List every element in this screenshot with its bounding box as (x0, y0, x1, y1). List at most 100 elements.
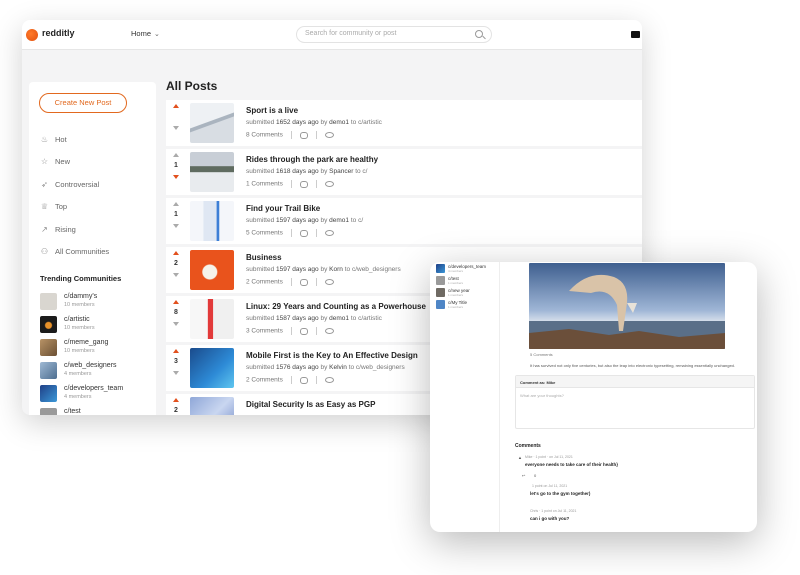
post-thumbnail[interactable] (190, 397, 234, 415)
home-dropdown[interactable]: Home ⌄ (131, 29, 160, 38)
detail-sidebar: c/developers_team 4 members c/test 1 membe… (430, 262, 500, 532)
post-community[interactable]: c/ (362, 168, 367, 175)
community-item[interactable]: c/web_designers 4 members (40, 361, 150, 380)
community-item[interactable]: c/test (40, 407, 150, 415)
mail-icon[interactable] (631, 31, 640, 38)
post-thumbnail[interactable] (190, 201, 234, 241)
post-author[interactable]: Korn (329, 266, 343, 273)
post-card[interactable]: 1 Find your Trail Bike submitted 1597 da… (166, 198, 642, 244)
share-icon[interactable] (299, 327, 308, 335)
share-icon[interactable] (299, 229, 308, 237)
community-avatar (436, 288, 445, 297)
community-item[interactable]: c/developers_team 4 members (436, 264, 496, 275)
post-actions: 2 Comments (246, 376, 334, 384)
downvote-arrow-icon[interactable] (173, 126, 179, 130)
post-card[interactable]: 1 Rides through the park are healthy sub… (166, 149, 642, 195)
community-item[interactable]: c/meme_gang 10 members (40, 338, 150, 357)
post-community[interactable]: c/web_designers (352, 266, 401, 273)
upvote-arrow-icon[interactable] (173, 104, 179, 108)
upvote-arrow-icon[interactable] (173, 398, 179, 402)
comments-link[interactable]: 1 Comments (246, 181, 283, 188)
post-community[interactable]: c/artistic (358, 315, 382, 322)
post-title[interactable]: Business (246, 253, 282, 262)
community-item[interactable]: c/dammy's 10 members (40, 292, 150, 311)
downvote-arrow-icon[interactable] (173, 224, 179, 228)
post-thumbnail[interactable] (190, 250, 234, 290)
comment-vote-icon[interactable]: ▲ (518, 455, 522, 460)
community-item[interactable]: c/test 1 members (436, 276, 496, 287)
post-title[interactable]: Rides through the park are healthy (246, 155, 378, 164)
share-icon[interactable] (299, 376, 308, 384)
post-title[interactable]: Find your Trail Bike (246, 204, 320, 213)
post-card[interactable]: Sport is a live submitted 1652 days ago … (166, 100, 642, 146)
hide-icon[interactable] (324, 328, 334, 334)
search-input[interactable]: Search for community or post (296, 26, 492, 43)
hide-icon[interactable] (324, 230, 334, 236)
comments-link[interactable]: 8 Comments (246, 132, 283, 139)
post-author[interactable]: Spancer (329, 168, 353, 175)
upvote-arrow-icon[interactable] (173, 202, 179, 206)
comment-as-label: Comment as: Mike (516, 376, 754, 388)
downvote-arrow-icon[interactable] (173, 322, 179, 326)
comment-text: everyone needs to take care of their hea… (525, 462, 619, 467)
share-icon[interactable] (299, 278, 308, 286)
comments-link[interactable]: 5 Comments (246, 230, 283, 237)
share-icon[interactable] (299, 180, 308, 188)
upvote-arrow-icon[interactable] (173, 349, 179, 353)
search-icon[interactable] (475, 30, 483, 38)
vote-count: 1 (174, 211, 178, 218)
community-item[interactable]: c/artistic 10 members (40, 315, 150, 334)
nav-item-new[interactable]: ☆ New (40, 157, 70, 169)
divider (290, 131, 292, 139)
nav-item-top[interactable]: ♕ Top (40, 202, 67, 214)
comments-link[interactable]: 2 Comments (246, 377, 283, 384)
downvote-arrow-icon[interactable] (173, 371, 179, 375)
upvote-arrow-icon[interactable] (173, 251, 179, 255)
community-item[interactable]: c/My Title 1 members (436, 300, 496, 311)
post-community[interactable]: c/web_designers (356, 364, 405, 371)
downvote-arrow-icon[interactable] (173, 175, 179, 179)
downvote-arrow-icon[interactable] (173, 273, 179, 277)
hide-icon[interactable] (324, 279, 334, 285)
comments-link[interactable]: 5 Comments (530, 352, 553, 357)
post-title[interactable]: Mobile First is the Key to An Effective … (246, 351, 418, 360)
post-title[interactable]: Digital Security Is as Easy as PGP (246, 400, 375, 409)
upvote-arrow-icon[interactable] (173, 300, 179, 304)
post-thumbnail[interactable] (190, 348, 234, 388)
comments-link[interactable]: 3 Comments (246, 328, 283, 335)
post-thumbnail[interactable] (190, 299, 234, 339)
nav-item-all-communities[interactable]: ⚇ All Communities (40, 247, 109, 259)
divider (315, 131, 317, 139)
create-post-button[interactable]: Create New Post (39, 93, 127, 113)
share-icon[interactable] (299, 131, 308, 139)
comments-link[interactable]: 2 Comments (246, 279, 283, 286)
post-author[interactable]: Kelvin (329, 364, 347, 371)
comment-box[interactable]: Comment as: Mike What are your thoughts? (515, 375, 755, 429)
flame-icon: ♨ (40, 135, 49, 144)
hide-icon[interactable] (324, 132, 334, 138)
post-community[interactable]: c/artistic (358, 119, 382, 126)
community-members: 4 members (64, 371, 92, 377)
app-logo-text[interactable]: redditly (42, 28, 75, 38)
community-item[interactable]: c/developers_team 4 members (40, 384, 150, 403)
post-author[interactable]: demo1 (329, 315, 349, 322)
divider (290, 278, 292, 286)
hide-icon[interactable] (324, 181, 334, 187)
post-author[interactable]: demo1 (329, 217, 349, 224)
post-community[interactable]: c/ (358, 217, 363, 224)
upvote-arrow-icon[interactable] (173, 153, 179, 157)
community-item[interactable]: c/new year 1 members (436, 288, 496, 299)
nav-item-controversial[interactable]: ➶ Controversial (40, 180, 99, 192)
post-title[interactable]: Linux: 29 Years and Counting as a Powerh… (246, 302, 426, 311)
post-meta: submitted 1597 days ago by Korn to c/web… (246, 266, 401, 273)
community-members: 4 members (448, 269, 464, 273)
divider (315, 376, 317, 384)
nav-item-hot[interactable]: ♨ Hot (40, 135, 67, 147)
post-thumbnail[interactable] (190, 103, 234, 143)
reply-icon[interactable]: ↩ (522, 473, 525, 478)
hide-icon[interactable] (324, 377, 334, 383)
post-thumbnail[interactable] (190, 152, 234, 192)
post-title[interactable]: Sport is a live (246, 106, 298, 115)
nav-item-rising[interactable]: ↗ Rising (40, 225, 76, 237)
post-author[interactable]: demo1 (329, 119, 349, 126)
